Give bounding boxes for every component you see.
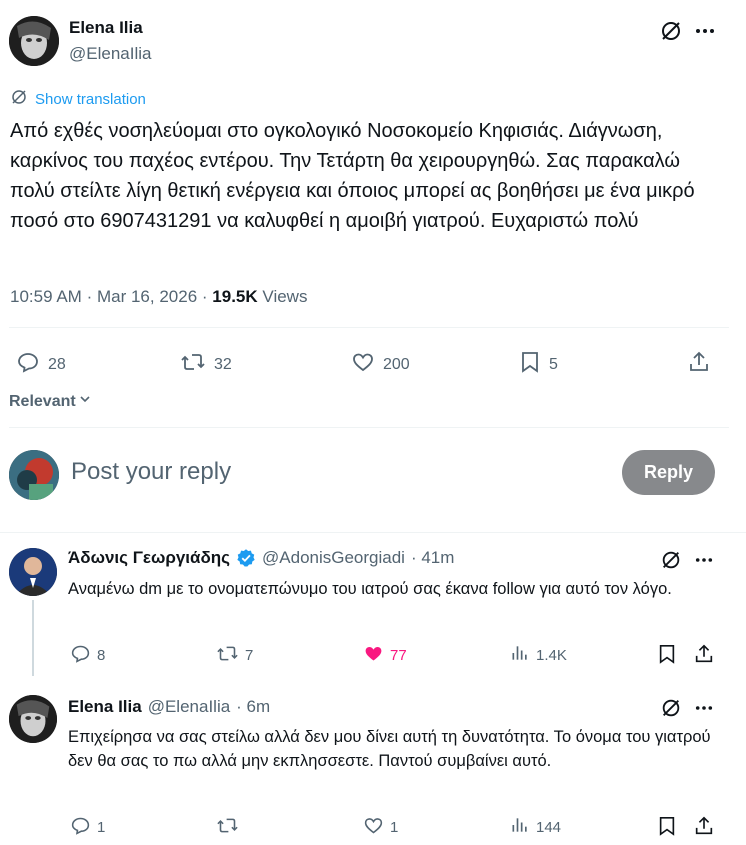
reply-icon bbox=[16, 350, 40, 379]
reply-time[interactable]: · 41m bbox=[411, 548, 454, 568]
reply-count: 8 bbox=[97, 647, 106, 664]
author-avatar[interactable] bbox=[9, 16, 59, 66]
like-action[interactable]: 77 bbox=[363, 643, 407, 668]
repost-count: 7 bbox=[245, 647, 254, 664]
bookmark-count: 5 bbox=[549, 355, 558, 373]
tweet-time[interactable]: 10:59 AM bbox=[10, 287, 82, 306]
analytics-icon bbox=[510, 643, 530, 667]
more-options-icon[interactable] bbox=[692, 696, 716, 720]
tweet-meta: 10:59 AM · Mar 16, 2026 · 19.5K Views bbox=[10, 287, 307, 307]
show-translation-link[interactable]: Show translation bbox=[10, 88, 146, 111]
reply-text: Αναμένω dm με το ονοματεπώνυμο του ιατρο… bbox=[68, 580, 672, 598]
meta-separator: · bbox=[201, 287, 208, 306]
reply-avatar[interactable] bbox=[9, 548, 57, 596]
repost-icon bbox=[216, 643, 239, 668]
share-icon[interactable] bbox=[685, 348, 713, 376]
reply-author-name[interactable]: Άδωνις Γεωργιάδης bbox=[68, 548, 230, 568]
repost-action[interactable]: 7 bbox=[216, 643, 253, 668]
reply-author-handle[interactable]: @AdonisGeorgiadi bbox=[262, 548, 405, 568]
reply-time[interactable]: · 6m bbox=[236, 697, 270, 717]
views-count: 144 bbox=[536, 818, 562, 836]
like-action[interactable]: 1 bbox=[363, 815, 398, 840]
show-translation-label: Show translation bbox=[35, 91, 146, 108]
more-options-icon[interactable] bbox=[692, 18, 718, 44]
divider bbox=[9, 327, 729, 328]
like-count: 1 bbox=[390, 819, 399, 836]
reply-action[interactable]: 1 bbox=[70, 815, 105, 840]
bookmark-icon[interactable] bbox=[656, 815, 678, 837]
sort-dropdown[interactable]: Relevant bbox=[9, 392, 92, 411]
reply-author-name[interactable]: Elena Ilia bbox=[68, 697, 142, 717]
reply-input[interactable]: Post your reply bbox=[71, 458, 231, 486]
analytics-icon bbox=[510, 815, 530, 839]
share-icon[interactable] bbox=[692, 642, 716, 666]
author-name[interactable]: Elena Ilia bbox=[69, 18, 143, 38]
reply-author-handle[interactable]: @ElenaIlia bbox=[148, 697, 230, 717]
reply-action[interactable]: 8 bbox=[70, 643, 105, 668]
tweet-text: Από εχθές νοσηλεύομαι στο ογκολογικό Νοσ… bbox=[10, 120, 695, 232]
heart-filled-icon bbox=[363, 643, 384, 668]
verified-badge-icon bbox=[236, 548, 256, 568]
sort-label: Relevant bbox=[9, 392, 76, 410]
views-action[interactable]: 144 bbox=[510, 815, 561, 839]
bookmark-icon[interactable] bbox=[656, 643, 678, 665]
user-avatar[interactable] bbox=[9, 450, 59, 500]
reply-avatar[interactable] bbox=[9, 695, 57, 743]
heart-icon bbox=[351, 350, 375, 379]
reply-icon bbox=[70, 643, 91, 668]
bookmark-icon bbox=[519, 350, 541, 379]
heart-icon bbox=[363, 815, 384, 840]
reply-icon bbox=[70, 815, 91, 840]
grok-icon[interactable] bbox=[658, 18, 684, 44]
grok-icon[interactable] bbox=[659, 548, 683, 572]
like-count: 200 bbox=[383, 355, 410, 373]
views-count: 19.5K bbox=[212, 287, 258, 306]
divider bbox=[9, 427, 729, 428]
reply-header: Elena Ilia @ElenaIlia · 6m bbox=[68, 697, 270, 717]
repost-action[interactable] bbox=[216, 815, 245, 840]
meta-separator: · bbox=[86, 287, 93, 306]
like-action[interactable]: 200 bbox=[351, 350, 410, 379]
reply-count: 1 bbox=[97, 819, 106, 836]
repost-count: 32 bbox=[214, 355, 232, 373]
views-label: Views bbox=[262, 287, 308, 306]
reply-action[interactable]: 28 bbox=[16, 350, 66, 379]
reply-text: Επιχείρησα να σας στείλω αλλά δεν μου δί… bbox=[68, 728, 711, 770]
tweet-date[interactable]: Mar 16, 2026 bbox=[97, 287, 197, 306]
grok-icon[interactable] bbox=[659, 696, 683, 720]
reply-header: Άδωνις Γεωργιάδης @AdonisGeorgiadi · 41m bbox=[68, 548, 454, 568]
reply-count: 28 bbox=[48, 355, 66, 373]
chevron-down-icon bbox=[78, 392, 92, 411]
translate-icon bbox=[10, 88, 28, 111]
bookmark-action[interactable]: 5 bbox=[519, 350, 558, 379]
share-icon[interactable] bbox=[692, 814, 716, 838]
views-action[interactable]: 1.4K bbox=[510, 643, 567, 667]
divider bbox=[0, 532, 746, 533]
author-handle[interactable]: @ElenaIlia bbox=[69, 44, 151, 64]
like-count: 77 bbox=[390, 647, 407, 664]
more-options-icon[interactable] bbox=[692, 548, 716, 572]
repost-icon bbox=[216, 815, 239, 840]
repost-action[interactable]: 32 bbox=[180, 350, 232, 379]
thread-line bbox=[32, 600, 34, 676]
views-count: 1.4K bbox=[536, 646, 567, 664]
reply-button[interactable]: Reply bbox=[622, 450, 715, 495]
repost-icon bbox=[180, 350, 206, 379]
